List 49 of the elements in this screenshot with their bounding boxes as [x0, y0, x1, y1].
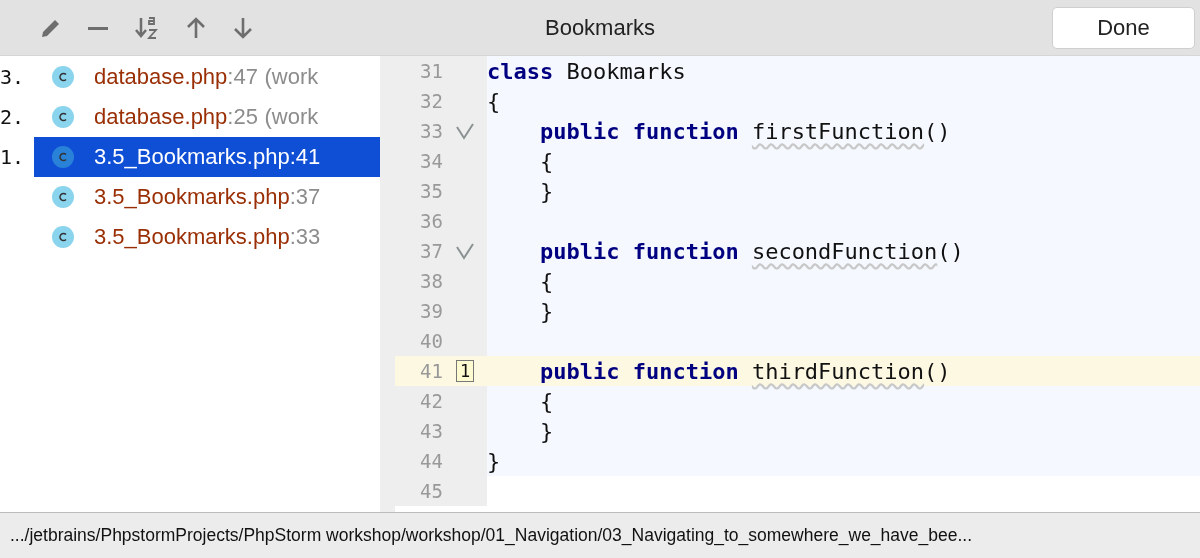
file-path: .../jetbrains/PhpstormProjects/PhpStorm workshop/workshop/01_Navigation/03_Navigating_to_somewhere_we_have_bee... — [10, 525, 973, 546]
line-number: 33 — [419, 120, 443, 142]
mnemonic-label: 3. — [0, 65, 26, 89]
class-icon — [52, 146, 74, 168]
arrow-down-icon[interactable] — [232, 15, 254, 40]
sort-icon[interactable] — [134, 14, 160, 41]
line-number: 34 — [419, 150, 443, 172]
code-line: class Bookmarks — [487, 58, 686, 84]
line-number: 39 — [419, 300, 443, 322]
bookmark-item[interactable]: database.php:47 (work — [34, 57, 380, 97]
arrow-up-icon[interactable] — [185, 15, 207, 40]
line-number: 37 — [419, 240, 443, 262]
line-number: 32 — [419, 90, 443, 112]
class-icon — [52, 106, 74, 128]
line-number: 36 — [419, 210, 443, 232]
bookmark-item[interactable]: database.php:25 (work — [34, 97, 380, 137]
code-line: } — [487, 448, 501, 474]
code-line: } — [538, 298, 554, 324]
code-line: public function secondFunction() — [538, 238, 964, 264]
code-line: } — [538, 178, 554, 204]
line-number: 40 — [419, 330, 443, 352]
class-icon — [52, 186, 74, 208]
code-line: } — [538, 418, 554, 444]
checkmark-icon — [455, 122, 475, 140]
checkmark-icon — [455, 242, 475, 260]
line-number: 41 — [419, 360, 443, 382]
line-number: 43 — [419, 420, 443, 442]
class-icon — [52, 226, 74, 248]
line-number: 35 — [419, 180, 443, 202]
code-line: { — [487, 88, 501, 114]
line-number: 45 — [419, 480, 443, 502]
line-number: 44 — [419, 450, 443, 472]
code-line: { — [538, 388, 554, 414]
bookmark-badge[interactable]: 1 — [455, 360, 475, 382]
window-title: Bookmarks — [545, 14, 655, 41]
code-line: public function thirdFunction() — [538, 358, 951, 384]
bookmark-item[interactable]: 3.5_Bookmarks.php:33 — [34, 217, 380, 257]
line-number: 42 — [419, 390, 443, 412]
mnemonic-label: 1. — [0, 145, 26, 169]
code-line: public function firstFunction() — [538, 118, 951, 144]
code-line: { — [538, 148, 554, 174]
line-number: 31 — [419, 60, 443, 82]
mnemonic-label: 2. — [0, 105, 26, 129]
bookmark-item[interactable]: 3.5_Bookmarks.php:41 — [34, 137, 380, 177]
done-button[interactable]: Done — [1052, 6, 1195, 49]
code-line: { — [538, 268, 554, 294]
class-icon — [52, 66, 74, 88]
line-number: 38 — [419, 270, 443, 292]
bookmark-item[interactable]: 3.5_Bookmarks.php:37 — [34, 177, 380, 217]
